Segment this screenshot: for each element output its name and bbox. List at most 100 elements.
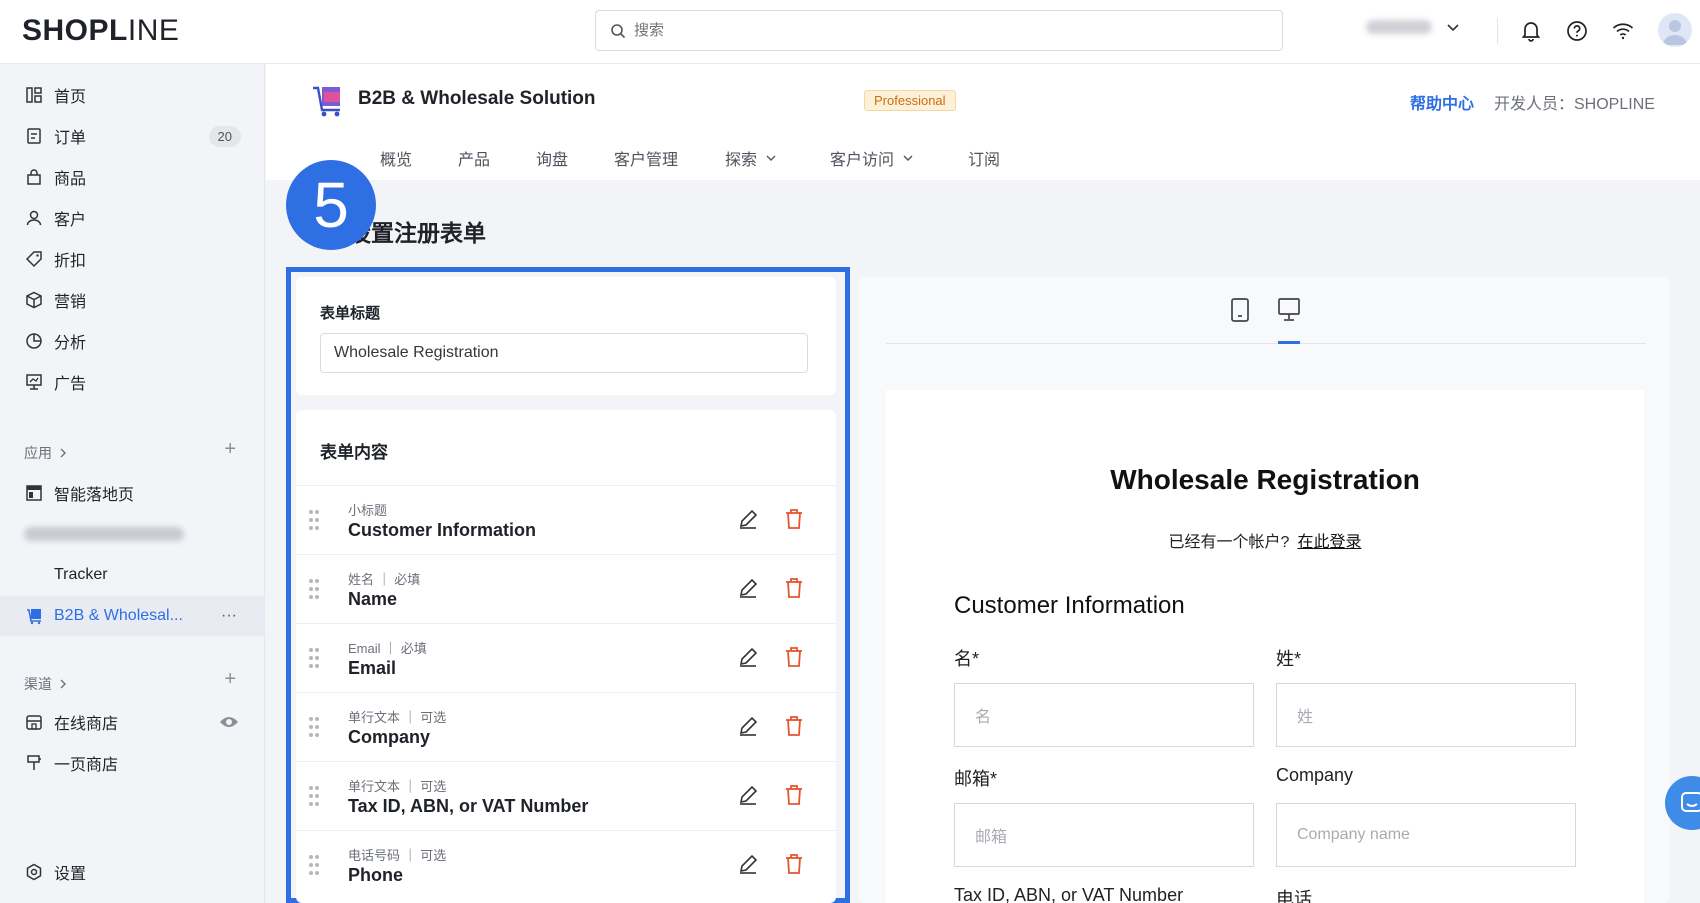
onepage-icon — [24, 753, 44, 773]
company-field[interactable]: Company name — [1276, 803, 1576, 867]
sidebar-item-label: B2B & Wholesal... — [54, 607, 183, 624]
sidebar-item-label: 折扣 — [54, 253, 87, 270]
sidebar-item-customers[interactable]: 客户 — [0, 198, 265, 238]
wifi-icon[interactable] — [1610, 18, 1636, 44]
form-title-input[interactable]: Wholesale Registration — [320, 333, 808, 373]
sidebar-item-products[interactable]: 商品 — [0, 157, 265, 197]
trash-icon[interactable] — [784, 853, 804, 875]
edit-icon[interactable] — [737, 508, 759, 530]
trash-icon[interactable] — [784, 508, 804, 530]
chat-button[interactable] — [1665, 776, 1700, 830]
avatar[interactable] — [1658, 13, 1692, 47]
sidebar-item-tracker[interactable]: Tracker — [0, 555, 265, 595]
blurred-app-name — [24, 527, 184, 541]
form-field-row: 小标题 Customer Information — [296, 485, 836, 554]
last-name-field[interactable]: 姓 — [1276, 683, 1576, 747]
form-field-row: 单行文本 ｜ 可选 Company — [296, 692, 836, 761]
tab-overview[interactable]: 概览 — [380, 146, 458, 170]
desktop-view-icon[interactable] — [1277, 297, 1301, 323]
mobile-view-icon[interactable] — [1230, 297, 1250, 323]
form-title-label: 表单标题 — [320, 305, 381, 322]
drag-handle-icon[interactable] — [308, 577, 320, 601]
sidebar-item-label: 分析 — [54, 335, 87, 352]
bell-icon[interactable] — [1518, 18, 1544, 44]
sidebar-item-label: 客户 — [54, 212, 87, 229]
divider — [1497, 18, 1498, 44]
sidebar-item-discounts[interactable]: 折扣 — [0, 239, 265, 279]
more-options-button[interactable]: ··· — [221, 607, 237, 625]
drag-handle-icon[interactable] — [308, 715, 320, 739]
shop-selector[interactable] — [1366, 20, 1460, 34]
add-app-button[interactable]: + — [224, 438, 236, 461]
sidebar-item-home[interactable]: 首页 — [0, 75, 265, 115]
sidebar-item-label: 营销 — [54, 294, 87, 311]
sidebar-item-ads[interactable]: 广告 — [0, 362, 265, 402]
sidebar-item-label: 首页 — [54, 89, 87, 106]
form-field-row: 电话号码 ｜ 可选 Phone — [296, 830, 836, 899]
tab-customer-access[interactable]: 客户访问 — [830, 146, 968, 170]
drag-handle-icon[interactable] — [308, 508, 320, 532]
sidebar-item-settings[interactable]: 设置 — [0, 852, 265, 892]
sidebar-item-b2b-wholesale[interactable]: B2B & Wholesal... ··· — [0, 596, 265, 636]
tab-explore[interactable]: 探索 — [725, 146, 830, 170]
sidebar-item-marketing[interactable]: 营销 — [0, 280, 265, 320]
drag-handle-icon[interactable] — [308, 853, 320, 877]
help-icon[interactable] — [1564, 18, 1590, 44]
eye-icon[interactable] — [219, 715, 239, 729]
step-number-marker: 5 — [286, 160, 376, 250]
edit-icon[interactable] — [737, 853, 759, 875]
channels-section-header[interactable]: 渠道 — [24, 674, 68, 694]
sidebar-item-label: 设置 — [54, 866, 87, 883]
edit-icon[interactable] — [737, 784, 759, 806]
cube-icon — [24, 290, 44, 310]
add-channel-button[interactable]: + — [224, 668, 236, 691]
sidebar-item-landing-page[interactable]: 智能落地页 — [0, 473, 265, 513]
login-link[interactable]: 在此登录 — [1297, 534, 1361, 551]
preview-form-title: Wholesale Registration — [1110, 464, 1420, 495]
edit-icon[interactable] — [737, 577, 759, 599]
form-field-row: 姓名 ｜ 必填 Name — [296, 554, 836, 623]
layout-icon — [24, 483, 44, 503]
sidebar-item-one-page-store[interactable]: 一页商店 — [0, 743, 265, 783]
sidebar-item-label: 一页商店 — [54, 757, 119, 774]
tab-products[interactable]: 产品 — [458, 146, 536, 170]
chevron-right-icon — [60, 448, 66, 458]
drag-handle-icon[interactable] — [308, 646, 320, 670]
email-field[interactable]: 邮箱 — [954, 803, 1254, 867]
drag-handle-icon[interactable] — [308, 784, 320, 808]
trash-icon[interactable] — [784, 784, 804, 806]
search-input[interactable] — [634, 22, 1234, 39]
sidebar-item-blurred-app[interactable] — [0, 514, 265, 554]
order-icon — [24, 126, 44, 146]
tab-inquiries[interactable]: 询盘 — [536, 146, 614, 170]
field-meta: 单行文本 ｜ 可选 — [348, 779, 447, 794]
tab-customer-management[interactable]: 客户管理 — [614, 146, 725, 170]
first-name-field[interactable]: 名 — [954, 683, 1254, 747]
shopline-logo[interactable]: SHOPLINE — [22, 14, 179, 48]
plan-badge: Professional — [864, 90, 956, 111]
trash-icon[interactable] — [784, 646, 804, 668]
trash-icon[interactable] — [784, 715, 804, 737]
preview-section-title: Customer Information — [954, 592, 1185, 619]
b2b-app-logo — [313, 86, 340, 117]
tab-subscription[interactable]: 订阅 — [968, 146, 1038, 170]
chevron-down-icon — [903, 155, 913, 161]
form-content-card: 表单内容 小标题 Customer Information 姓名 ｜ 必填 Na… — [296, 410, 836, 903]
sidebar-item-analytics[interactable]: 分析 — [0, 321, 265, 361]
help-center-link[interactable]: 帮助中心 — [1410, 90, 1474, 114]
trash-icon[interactable] — [784, 577, 804, 599]
search-box[interactable] — [595, 10, 1283, 51]
edit-icon[interactable] — [737, 646, 759, 668]
search-icon — [611, 23, 626, 38]
edit-icon[interactable] — [737, 715, 759, 737]
form-title-card: 表单标题 Wholesale Registration — [296, 277, 836, 395]
ad-icon — [24, 372, 44, 392]
field-meta: 姓名 ｜ 必填 — [348, 572, 421, 587]
apps-section-header[interactable]: 应用 — [24, 443, 68, 463]
form-preview-sheet: Wholesale Registration 已经有一个帐户? 在此登录 Cust… — [886, 390, 1644, 903]
sidebar-item-label: Tracker — [54, 566, 108, 583]
sidebar-item-online-store[interactable]: 在线商店 — [0, 702, 265, 742]
form-content-label: 表单内容 — [320, 443, 388, 462]
field-meta: Email ｜ 必填 — [348, 641, 427, 656]
sidebar-item-orders[interactable]: 订单 20 — [0, 116, 265, 156]
